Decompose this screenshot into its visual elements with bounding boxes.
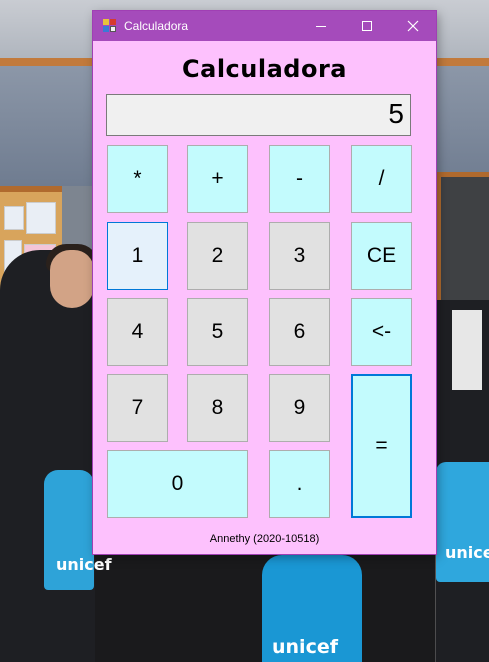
digit-4-button[interactable]: 4: [107, 298, 168, 366]
digit-3-button[interactable]: 3: [269, 222, 330, 290]
minimize-icon: [316, 26, 326, 27]
app-icon: [103, 19, 117, 33]
digit-8-button[interactable]: 8: [187, 374, 248, 442]
clear-entry-button[interactable]: CE: [351, 222, 412, 290]
background-bag-right: [436, 462, 489, 582]
background-blackboard: [436, 172, 489, 312]
background-person-left: [0, 244, 100, 662]
close-button[interactable]: [390, 11, 436, 41]
divide-button[interactable]: /: [351, 145, 412, 213]
minimize-button[interactable]: [298, 11, 344, 41]
digit-9-button[interactable]: 9: [269, 374, 330, 442]
digit-0-button[interactable]: 0: [107, 450, 248, 518]
window-title: Calculadora: [124, 19, 189, 33]
background-bag-logo: unicef: [272, 636, 338, 658]
author-label: Annethy (2020-10518): [209, 533, 320, 545]
background-poster: [4, 206, 24, 230]
subtract-button[interactable]: -: [269, 145, 330, 213]
title-bar[interactable]: Calculadora: [93, 11, 436, 41]
backspace-button[interactable]: <-: [351, 298, 412, 366]
calculator-window: Calculadora Calculadora 5 * + - / 1 2 3 …: [93, 11, 436, 554]
add-button[interactable]: +: [187, 145, 248, 213]
decimal-button[interactable]: .: [269, 450, 330, 518]
background-bag-logo: unicef: [56, 555, 112, 574]
digit-2-button[interactable]: 2: [187, 222, 248, 290]
result-display[interactable]: 5: [106, 94, 411, 136]
digit-7-button[interactable]: 7: [107, 374, 168, 442]
calculator-heading: Calculadora: [182, 55, 347, 83]
close-icon: [407, 20, 419, 32]
equals-button[interactable]: =: [351, 374, 412, 518]
background-shirt: [452, 310, 482, 390]
digit-1-button[interactable]: 1: [107, 222, 168, 290]
maximize-button[interactable]: [344, 11, 390, 41]
background-poster: [26, 202, 56, 234]
background-bag-logo: unicef: [445, 543, 489, 562]
background-face: [50, 250, 94, 308]
digit-5-button[interactable]: 5: [187, 298, 248, 366]
digit-6-button[interactable]: 6: [269, 298, 330, 366]
maximize-icon: [362, 21, 372, 31]
multiply-button[interactable]: *: [107, 145, 168, 213]
